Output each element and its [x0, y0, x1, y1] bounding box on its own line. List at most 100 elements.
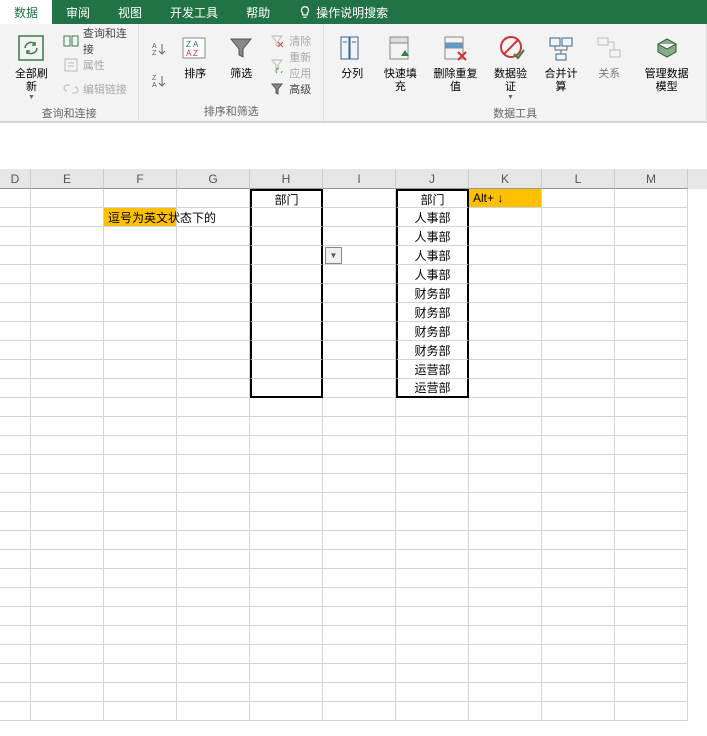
cell-D20[interactable] [0, 550, 31, 569]
cell-L2[interactable] [542, 208, 615, 227]
cell-J18[interactable] [396, 512, 469, 531]
cell-L18[interactable] [542, 512, 615, 531]
cell-J7[interactable]: 财务部 [396, 303, 469, 322]
cell-M15[interactable] [615, 455, 688, 474]
cell-G13[interactable] [177, 417, 250, 436]
cell-K12[interactable] [469, 398, 542, 417]
cell-F24[interactable] [104, 626, 177, 645]
cell-F11[interactable] [104, 379, 177, 398]
cell-L9[interactable] [542, 341, 615, 360]
queries-connections-button[interactable]: 查询和连接 [59, 30, 132, 52]
cell-I22[interactable] [323, 588, 396, 607]
cell-E17[interactable] [31, 493, 104, 512]
refresh-all-button[interactable]: 全部刷新 ▼ [6, 28, 57, 103]
cell-J3[interactable]: 人事部 [396, 227, 469, 246]
cell-M12[interactable] [615, 398, 688, 417]
cell-G11[interactable] [177, 379, 250, 398]
cell-I8[interactable] [323, 322, 396, 341]
cell-K19[interactable] [469, 531, 542, 550]
cell-L28[interactable] [542, 702, 615, 721]
cell-I16[interactable] [323, 474, 396, 493]
cell-D18[interactable] [0, 512, 31, 531]
cell-L26[interactable] [542, 664, 615, 683]
cell-F23[interactable] [104, 607, 177, 626]
cell-G10[interactable] [177, 360, 250, 379]
cell-E9[interactable] [31, 341, 104, 360]
cell-I6[interactable] [323, 284, 396, 303]
cell-D22[interactable] [0, 588, 31, 607]
cell-F12[interactable] [104, 398, 177, 417]
cell-H27[interactable] [250, 683, 323, 702]
cell-H2[interactable] [250, 208, 323, 227]
relationships-button[interactable]: 关系 [587, 28, 631, 83]
cell-L24[interactable] [542, 626, 615, 645]
cell-I7[interactable] [323, 303, 396, 322]
cell-K15[interactable] [469, 455, 542, 474]
cell-L14[interactable] [542, 436, 615, 455]
cell-L25[interactable] [542, 645, 615, 664]
tab-tell-me[interactable]: 操作说明搜索 [284, 0, 402, 24]
cell-F2[interactable]: 逗号为英文状态下的 [104, 208, 177, 227]
cell-G9[interactable] [177, 341, 250, 360]
cell-L13[interactable] [542, 417, 615, 436]
cell-L3[interactable] [542, 227, 615, 246]
cell-M3[interactable] [615, 227, 688, 246]
cell-J6[interactable]: 财务部 [396, 284, 469, 303]
cell-L5[interactable] [542, 265, 615, 284]
cell-E21[interactable] [31, 569, 104, 588]
cell-F25[interactable] [104, 645, 177, 664]
cell-H25[interactable] [250, 645, 323, 664]
cell-F9[interactable] [104, 341, 177, 360]
cell-H8[interactable] [250, 322, 323, 341]
cell-M27[interactable] [615, 683, 688, 702]
cell-J8[interactable]: 财务部 [396, 322, 469, 341]
cell-M2[interactable] [615, 208, 688, 227]
cell-M5[interactable] [615, 265, 688, 284]
cell-K16[interactable] [469, 474, 542, 493]
cell-H6[interactable] [250, 284, 323, 303]
cell-F6[interactable] [104, 284, 177, 303]
cell-I5[interactable] [323, 265, 396, 284]
cell-M23[interactable] [615, 607, 688, 626]
cell-E1[interactable] [31, 189, 104, 208]
cell-D2[interactable] [0, 208, 31, 227]
cell-G14[interactable] [177, 436, 250, 455]
cell-I2[interactable] [323, 208, 396, 227]
cell-E22[interactable] [31, 588, 104, 607]
cell-K17[interactable] [469, 493, 542, 512]
cell-M26[interactable] [615, 664, 688, 683]
cell-K28[interactable] [469, 702, 542, 721]
cell-J16[interactable] [396, 474, 469, 493]
column-header[interactable]: G [177, 169, 250, 189]
cell-G8[interactable] [177, 322, 250, 341]
cell-F1[interactable] [104, 189, 177, 208]
cell-E8[interactable] [31, 322, 104, 341]
cell-D23[interactable] [0, 607, 31, 626]
cell-K23[interactable] [469, 607, 542, 626]
cell-G3[interactable] [177, 227, 250, 246]
cell-K6[interactable] [469, 284, 542, 303]
cell-M9[interactable] [615, 341, 688, 360]
cell-I18[interactable] [323, 512, 396, 531]
cell-I1[interactable] [323, 189, 396, 208]
cell-F8[interactable] [104, 322, 177, 341]
cell-D27[interactable] [0, 683, 31, 702]
cell-K27[interactable] [469, 683, 542, 702]
cell-J4[interactable]: 人事部 [396, 246, 469, 265]
cell-D25[interactable] [0, 645, 31, 664]
cell-J20[interactable] [396, 550, 469, 569]
cell-H28[interactable] [250, 702, 323, 721]
cell-I13[interactable] [323, 417, 396, 436]
cell-F14[interactable] [104, 436, 177, 455]
cell-F18[interactable] [104, 512, 177, 531]
cell-F17[interactable] [104, 493, 177, 512]
cell-E18[interactable] [31, 512, 104, 531]
cell-J14[interactable] [396, 436, 469, 455]
cell-G1[interactable] [177, 189, 250, 208]
cell-G4[interactable] [177, 246, 250, 265]
cell-G17[interactable] [177, 493, 250, 512]
cell-F7[interactable] [104, 303, 177, 322]
cell-I9[interactable] [323, 341, 396, 360]
cell-M25[interactable] [615, 645, 688, 664]
cell-F26[interactable] [104, 664, 177, 683]
